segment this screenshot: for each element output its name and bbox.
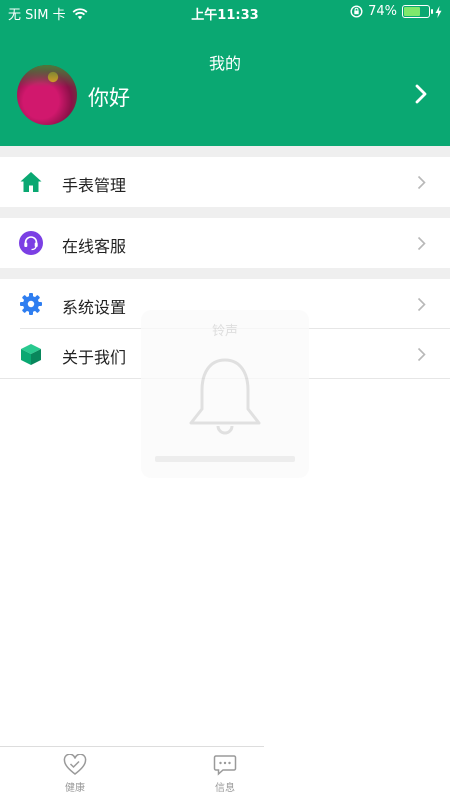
tab-bar-border <box>0 746 264 747</box>
battery-fill <box>404 7 421 16</box>
tab-health[interactable]: 健康 <box>45 754 105 794</box>
ringtone-overlay: 铃声 <box>141 310 309 478</box>
username-label[interactable]: 你好 <box>88 82 130 112</box>
cube-icon <box>21 344 41 365</box>
menu-item-label: 关于我们 <box>62 348 127 367</box>
bell-icon <box>189 358 261 435</box>
menu-item-label: 手表管理 <box>62 176 127 195</box>
ringtone-progress-bar <box>155 456 295 462</box>
section-separator <box>0 207 450 218</box>
section-separator <box>0 268 450 279</box>
battery-icon <box>402 5 433 18</box>
tab-label: 信息 <box>215 783 235 794</box>
menu-item-label: 系统设置 <box>62 298 127 317</box>
battery-percent: 74% <box>368 4 397 19</box>
chat-icon <box>213 755 237 776</box>
chevron-right-icon <box>417 175 426 190</box>
profile-header: 我的 你好 <box>0 24 450 146</box>
rotation-lock-icon <box>350 5 363 18</box>
chevron-right-icon <box>417 236 426 251</box>
chevron-right-icon <box>417 297 426 312</box>
headset-icon <box>19 231 43 255</box>
tab-label: 健康 <box>65 783 85 794</box>
avatar[interactable] <box>17 65 77 125</box>
tab-messages[interactable]: 信息 <box>195 754 255 794</box>
chevron-right-icon <box>417 347 426 362</box>
gear-icon <box>20 293 42 315</box>
heart-icon <box>63 754 87 775</box>
status-bar: 无 SIM 卡 上午11:33 74% <box>0 0 450 24</box>
menu-item-label: 在线客服 <box>62 237 127 256</box>
ringtone-title: 铃声 <box>211 324 238 339</box>
menu-item-online-service[interactable]: 在线客服 <box>0 218 450 268</box>
status-right: 74% <box>350 4 442 19</box>
profile-chevron-right-icon[interactable] <box>414 84 428 104</box>
home-icon <box>20 172 42 192</box>
section-separator <box>0 146 450 157</box>
menu-item-watch-management[interactable]: 手表管理 <box>0 157 450 207</box>
tab-bar: 健康 信息 <box>0 746 450 800</box>
charging-icon <box>435 5 442 18</box>
